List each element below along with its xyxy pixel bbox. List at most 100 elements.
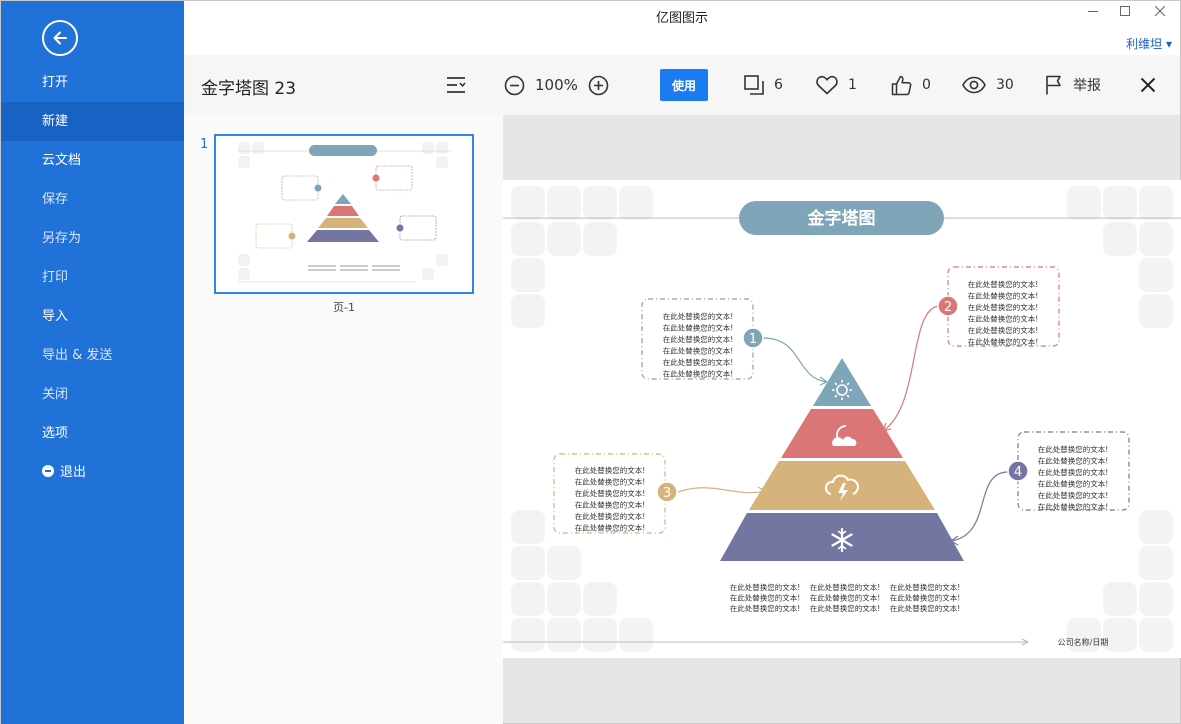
pyramid-thumbnail-icon: [216, 136, 472, 292]
maximize-button[interactable]: [1120, 5, 1130, 20]
placeholder-text: 在此处替换您的文本!: [663, 311, 734, 321]
placeholder-text: 在此处替换您的文本!: [810, 593, 881, 603]
minimize-icon: [1088, 11, 1098, 12]
flag-icon: [1046, 75, 1061, 95]
close-icon: [1154, 5, 1166, 17]
document-title: 金字塔图 23: [201, 79, 297, 99]
menu-item-exit-label: 退出: [60, 465, 87, 480]
placeholder-text: 在此处替换您的文本!: [663, 323, 734, 333]
menu-item-print[interactable]: 打印: [1, 258, 184, 297]
placeholder-text: 在此处替换您的文本!: [1038, 490, 1109, 500]
report-button[interactable]: 举报: [1045, 71, 1101, 99]
diagram-title: 金字塔图: [807, 208, 876, 229]
placeholder-text: 在此处替换您的文本!: [810, 603, 881, 613]
back-button[interactable]: [42, 20, 78, 56]
outline-toggle-button[interactable]: [446, 71, 466, 99]
placeholder-text: 在此处替换您的文本!: [663, 369, 734, 379]
preview-toolbar: 金字塔图 23 100% 使用 6 1 0 30 举报: [184, 55, 1180, 115]
use-template-button[interactable]: 使用: [660, 69, 708, 101]
menu-item-exit[interactable]: 退出: [1, 453, 184, 492]
list-collapse-icon: [447, 77, 466, 93]
placeholder-text: 在此处替换您的文本!: [968, 337, 1039, 347]
placeholder-text: 在此处替换您的文本!: [575, 511, 646, 521]
marker-1-label: 1: [749, 332, 757, 347]
placeholder-text: 在此处替换您的文本!: [968, 279, 1039, 289]
placeholder-text: 在此处替换您的文本!: [1038, 467, 1109, 477]
thumbs-up-icon: [891, 75, 912, 95]
like-button[interactable]: 1: [816, 71, 857, 99]
footer-company-date: 公司名称/日期: [1058, 637, 1109, 647]
close-preview-button[interactable]: [1140, 71, 1156, 99]
page-thumbnail[interactable]: [214, 134, 474, 294]
thumbs-up-button[interactable]: 0: [891, 71, 931, 99]
placeholder-text: 在此处替换您的文本!: [810, 582, 881, 592]
views-indicator: 30: [962, 71, 1014, 99]
placeholder-text: 在此处替换您的文本!: [1038, 456, 1109, 466]
placeholder-text: 在此处替换您的文本!: [968, 325, 1039, 335]
placeholder-text: 在此处替换您的文本!: [575, 500, 646, 510]
likes-count: 1: [848, 77, 857, 93]
menu-item-save-as[interactable]: 另存为: [1, 219, 184, 258]
placeholder-text: 在此处替换您的文本!: [730, 593, 801, 603]
placeholder-text: 在此处替换您的文本!: [663, 334, 734, 344]
zoom-in-icon[interactable]: [588, 75, 609, 96]
placeholder-text: 在此处替换您的文本!: [968, 302, 1039, 312]
pyramid-diagram: 金字塔图 1 2 3 4 在此处替换您的文本!在此处替换您的文本!在此处替换您的…: [503, 180, 1181, 658]
exit-icon: [42, 465, 54, 477]
menu-item-new[interactable]: 新建: [1, 102, 184, 141]
close-window-button[interactable]: [1154, 5, 1166, 20]
arrow-left-icon: [53, 31, 67, 45]
page-number: 1: [200, 137, 209, 152]
app-window: 打开 新建 云文档 保存 另存为 打印 导入 导出 & 发送 关闭 选项 退出 …: [0, 0, 1181, 724]
eye-icon: [962, 76, 986, 94]
placeholder-text: 在此处替换您的文本!: [968, 314, 1039, 324]
page-label: 页-1: [333, 301, 355, 314]
zoom-out-icon[interactable]: [504, 75, 525, 96]
title-bar: 亿图图示 利维坦 ▾: [184, 1, 1180, 55]
placeholder-text: 在此处替换您的文本!: [730, 582, 801, 592]
marker-2-label: 2: [944, 300, 952, 315]
copies-count: 6: [774, 77, 783, 93]
placeholder-text: 在此处替换您的文本!: [575, 488, 646, 498]
menu-item-save[interactable]: 保存: [1, 180, 184, 219]
placeholder-text: 在此处替换您的文本!: [1038, 479, 1109, 489]
placeholder-text: 在此处替换您的文本!: [575, 477, 646, 487]
file-menu: 打开 新建 云文档 保存 另存为 打印 导入 导出 & 发送 关闭 选项 退出: [1, 63, 184, 492]
report-label: 举报: [1073, 78, 1101, 94]
zoom-control: 100%: [504, 71, 609, 99]
placeholder-text: 在此处替换您的文本!: [1038, 502, 1109, 512]
copy-icon: [744, 75, 764, 95]
minimize-button[interactable]: [1088, 5, 1098, 20]
placeholder-text: 在此处替换您的文本!: [575, 465, 646, 475]
views-count: 30: [996, 77, 1014, 93]
marker-4-label: 4: [1014, 465, 1022, 480]
placeholder-text: 在此处替换您的文本!: [663, 346, 734, 356]
app-title: 亿图图示: [655, 11, 708, 26]
menu-item-open[interactable]: 打开: [1, 63, 184, 102]
placeholder-text: 在此处替换您的文本!: [730, 603, 801, 613]
file-menu-sidebar: 打开 新建 云文档 保存 另存为 打印 导入 导出 & 发送 关闭 选项 退出: [1, 1, 184, 724]
marker-3-label: 3: [663, 486, 671, 501]
canvas-area: 金字塔图 1 2 3 4 在此处替换您的文本! 在此处替换您的文本! 在此处替换…: [503, 115, 1181, 723]
thumbs-count: 0: [922, 77, 931, 93]
menu-item-import[interactable]: 导入: [1, 297, 184, 336]
close-icon: [1140, 77, 1156, 93]
zoom-level: 100%: [535, 76, 578, 94]
heart-icon: [816, 75, 838, 95]
menu-item-export-send[interactable]: 导出 & 发送: [1, 336, 184, 375]
menu-item-close[interactable]: 关闭: [1, 375, 184, 414]
placeholder-text: 在此处替换您的文本!: [890, 593, 961, 603]
placeholder-text: 在此处替换您的文本!: [575, 523, 646, 533]
diagram-canvas: 金字塔图 1 2 3 4 在此处替换您的文本! 在此处替换您的文本! 在此处替换…: [503, 180, 1181, 658]
menu-item-cloud-docs[interactable]: 云文档: [1, 141, 184, 180]
placeholder-text: 在此处替换您的文本!: [1038, 444, 1109, 454]
pages-panel: 1 页-1: [184, 115, 503, 724]
maximize-icon: [1120, 6, 1130, 16]
placeholder-text: 在此处替换您的文本!: [890, 582, 961, 592]
placeholder-text: 在此处替换您的文本!: [890, 603, 961, 613]
placeholder-text: 在此处替换您的文本!: [968, 291, 1039, 301]
user-account-menu[interactable]: 利维坦 ▾: [1126, 35, 1172, 52]
placeholder-text: 在此处替换您的文本!: [663, 357, 734, 367]
menu-item-options[interactable]: 选项: [1, 414, 184, 453]
copies-count-button[interactable]: 6: [744, 71, 783, 99]
